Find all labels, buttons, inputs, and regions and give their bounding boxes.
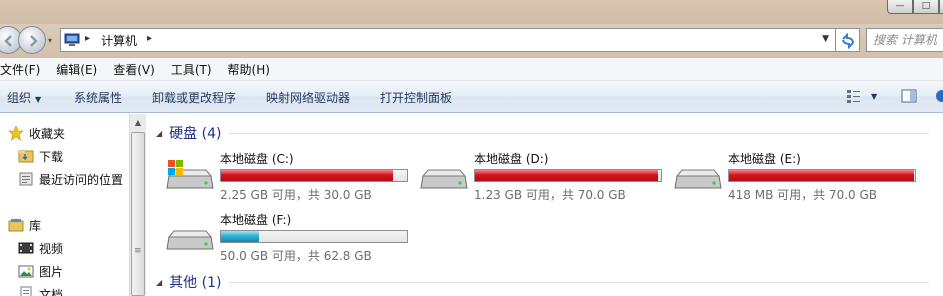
- refresh-button[interactable]: [836, 28, 860, 52]
- hard-drive-icon: [166, 230, 214, 250]
- drive-name: 本地磁盘 (F:): [220, 213, 292, 227]
- drive-c[interactable]: 本地磁盘 (C:) 2.25 GB 可用，共 30.0 GB: [166, 150, 416, 204]
- nav-documents[interactable]: 文档: [18, 284, 63, 296]
- nav-libraries[interactable]: 库: [8, 215, 41, 235]
- search-box[interactable]: [866, 28, 943, 52]
- organize-button[interactable]: 组织 ▼: [7, 89, 41, 106]
- drive-free-space: 418 MB 可用，共 70.0 GB: [728, 188, 877, 202]
- drive-usage-bar: [220, 230, 408, 243]
- drive-usage-fill: [729, 170, 914, 181]
- hard-drive-icon: [674, 169, 722, 189]
- menu-file[interactable]: 文件(F): [0, 61, 48, 78]
- drive-usage-fill: [475, 170, 658, 181]
- navigation-pane: 收藏夹 下载 最近访问的位置 库 视频 图片 文档: [0, 114, 146, 296]
- drive-e[interactable]: 本地磁盘 (E:) 418 MB 可用，共 70.0 GB: [674, 150, 924, 204]
- scroll-up-icon[interactable]: ▲: [130, 114, 146, 131]
- chevron-down-icon: ▼: [35, 95, 42, 104]
- nav-label: 视频: [39, 241, 64, 256]
- back-arrow-icon: [4, 35, 12, 47]
- nav-label: 收藏夹: [29, 126, 66, 141]
- group-header-other[interactable]: ◢ 其他 (1): [156, 272, 930, 292]
- drive-name: 本地磁盘 (D:): [474, 152, 549, 166]
- menu-tools[interactable]: 工具(T): [171, 61, 220, 78]
- group-title: 其他 (1): [169, 275, 222, 291]
- view-options-chevron-down-icon[interactable]: ▼: [871, 92, 877, 101]
- library-icon: [8, 217, 24, 233]
- download-folder-icon: [18, 148, 34, 164]
- drive-name: 本地磁盘 (E:): [728, 152, 801, 166]
- drive-f[interactable]: 本地磁盘 (F:) 50.0 GB 可用，共 62.8 GB: [166, 211, 416, 265]
- drive-usage-fill: [221, 231, 259, 242]
- change-view-icon[interactable]: [846, 88, 862, 104]
- document-icon: [18, 286, 34, 296]
- nav-label: 库: [29, 218, 42, 233]
- hard-drive-icon: [420, 169, 468, 189]
- nav-label: 文档: [39, 287, 64, 296]
- star-icon: [8, 125, 24, 141]
- title-bar: — □: [0, 0, 943, 24]
- content-area: ◢ 硬盘 (4) 本地磁盘 (C:) 2.25 GB 可用，共 30.0 GB …: [146, 114, 943, 296]
- nav-favorites[interactable]: 收藏夹: [8, 123, 65, 143]
- address-row: ▾ ▸ 计算机 ▸ ▼: [0, 24, 943, 58]
- drive-free-space: 50.0 GB 可用，共 62.8 GB: [220, 249, 372, 263]
- forward-arrow-icon: [30, 35, 38, 47]
- drive-name: 本地磁盘 (C:): [220, 152, 294, 166]
- nav-label: 图片: [39, 264, 64, 279]
- breadcrumb-computer[interactable]: 计算机: [101, 32, 137, 49]
- refresh-icon: [842, 33, 854, 49]
- collapse-triangle-icon[interactable]: ◢: [156, 129, 162, 138]
- address-bar[interactable]: ▸ 计算机 ▸ ▼: [60, 28, 836, 52]
- video-icon: [18, 240, 34, 256]
- menu-view[interactable]: 查看(V): [113, 61, 163, 78]
- close-button-edge[interactable]: [939, 0, 943, 14]
- help-icon[interactable]: [934, 88, 943, 104]
- group-header-hard-disks[interactable]: ◢ 硬盘 (4): [156, 123, 930, 143]
- drive-usage-bar: [474, 169, 662, 182]
- system-drive-icon: [166, 160, 214, 189]
- uninstall-program-button[interactable]: 卸载或更改程序: [152, 89, 236, 106]
- drive-d[interactable]: 本地磁盘 (D:) 1.23 GB 可用，共 70.0 GB: [420, 150, 670, 204]
- drive-free-space: 2.25 GB 可用，共 30.0 GB: [220, 188, 372, 202]
- drive-free-space: 1.23 GB 可用，共 70.0 GB: [474, 188, 626, 202]
- forward-button[interactable]: [18, 26, 46, 54]
- menu-bar: 文件(F) 编辑(E) 查看(V) 工具(T) 帮助(H): [0, 58, 943, 81]
- open-control-panel-button[interactable]: 打开控制面板: [380, 89, 452, 106]
- recent-places-icon: [18, 171, 34, 187]
- organize-label: 组织: [7, 91, 32, 105]
- menu-help[interactable]: 帮助(H): [228, 61, 278, 78]
- group-title: 硬盘 (4): [169, 126, 222, 142]
- breadcrumb-separator-icon[interactable]: ▸: [85, 33, 90, 44]
- nav-label: 下载: [39, 149, 64, 164]
- nav-videos[interactable]: 视频: [18, 238, 63, 258]
- picture-icon: [18, 263, 34, 279]
- scroll-grip-icon: ≡: [134, 246, 142, 256]
- minimize-button[interactable]: —: [887, 0, 913, 14]
- menu-edit[interactable]: 编辑(E): [56, 61, 105, 78]
- recent-pages-dropdown-icon[interactable]: ▾: [48, 36, 56, 45]
- scroll-thumb[interactable]: [131, 132, 145, 296]
- address-history-dropdown-icon[interactable]: ▼: [822, 34, 829, 44]
- command-bar: 组织 ▼ 系统属性 卸载或更改程序 映射网络驱动器 打开控制面板 ▼: [0, 81, 943, 113]
- drive-usage-bar: [728, 169, 916, 182]
- nav-scrollbar[interactable]: ▲ ≡: [129, 114, 146, 296]
- drive-usage-bar: [220, 169, 408, 182]
- window-controls: — □: [887, 0, 943, 14]
- computer-icon: [64, 33, 80, 46]
- group-divider: [229, 132, 930, 134]
- group-divider: [229, 281, 930, 283]
- system-properties-button[interactable]: 系统属性: [74, 89, 122, 106]
- collapse-triangle-icon[interactable]: ◢: [156, 278, 162, 287]
- nav-downloads[interactable]: 下载: [18, 146, 63, 166]
- nav-pictures[interactable]: 图片: [18, 261, 63, 281]
- nav-label: 最近访问的位置: [39, 172, 124, 187]
- search-input[interactable]: [873, 32, 943, 48]
- breadcrumb-separator-icon[interactable]: ▸: [147, 33, 152, 44]
- map-network-drive-button[interactable]: 映射网络驱动器: [266, 89, 350, 106]
- maximize-button[interactable]: □: [913, 0, 939, 14]
- drive-usage-fill: [221, 170, 394, 181]
- nav-recent-places[interactable]: 最近访问的位置: [18, 169, 123, 189]
- preview-pane-icon[interactable]: [901, 88, 917, 104]
